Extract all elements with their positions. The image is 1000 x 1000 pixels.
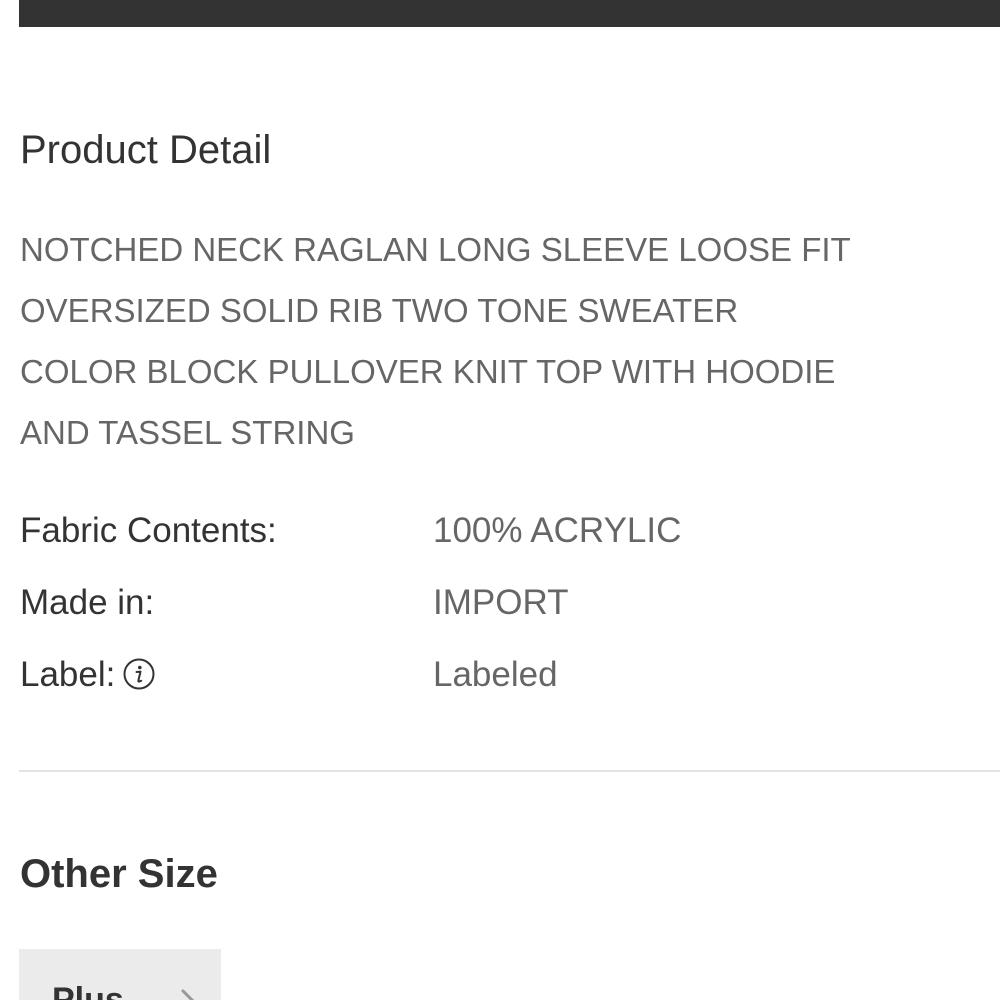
spec-row-label: Label: Labeled (20, 650, 980, 700)
description-line: NOTCHED NECK RAGLAN LONG SLEEVE LOOSE FI… (20, 231, 851, 268)
description-line: AND TASSEL STRING (20, 414, 355, 451)
made-in-label: Made in: (20, 583, 155, 622)
description-line: COLOR BLOCK PULLOVER KNIT TOP WITH HOODI… (20, 353, 836, 390)
fabric-contents-value: 100% ACRYLIC (433, 511, 682, 550)
size-option-plus-button[interactable]: Plus (19, 949, 221, 1000)
label-spec-text: Label: (20, 655, 116, 694)
spec-row-made-in: Made in: IMPORT (20, 578, 980, 628)
description-line: OVERSIZED SOLID RIB TWO TONE SWEATER (20, 292, 739, 329)
product-description: NOTCHED NECK RAGLAN LONG SLEEVE LOOSE FI… (20, 219, 995, 463)
product-detail-title: Product Detail (20, 128, 272, 172)
spec-row-fabric-contents: Fabric Contents: 100% ACRYLIC (20, 506, 980, 556)
top-bar (19, 0, 1000, 27)
made-in-value: IMPORT (433, 583, 569, 622)
chevron-right-icon (181, 989, 195, 1000)
label-spec: Label: (20, 650, 155, 700)
size-option-label: Plus (52, 981, 124, 1000)
section-divider (19, 770, 1000, 772)
info-icon[interactable] (123, 658, 155, 690)
fabric-contents-label: Fabric Contents: (20, 511, 277, 550)
product-detail-page: Product Detail NOTCHED NECK RAGLAN LONG … (0, 0, 1000, 1000)
label-spec-value: Labeled (433, 655, 558, 694)
other-size-title: Other Size (20, 852, 218, 896)
